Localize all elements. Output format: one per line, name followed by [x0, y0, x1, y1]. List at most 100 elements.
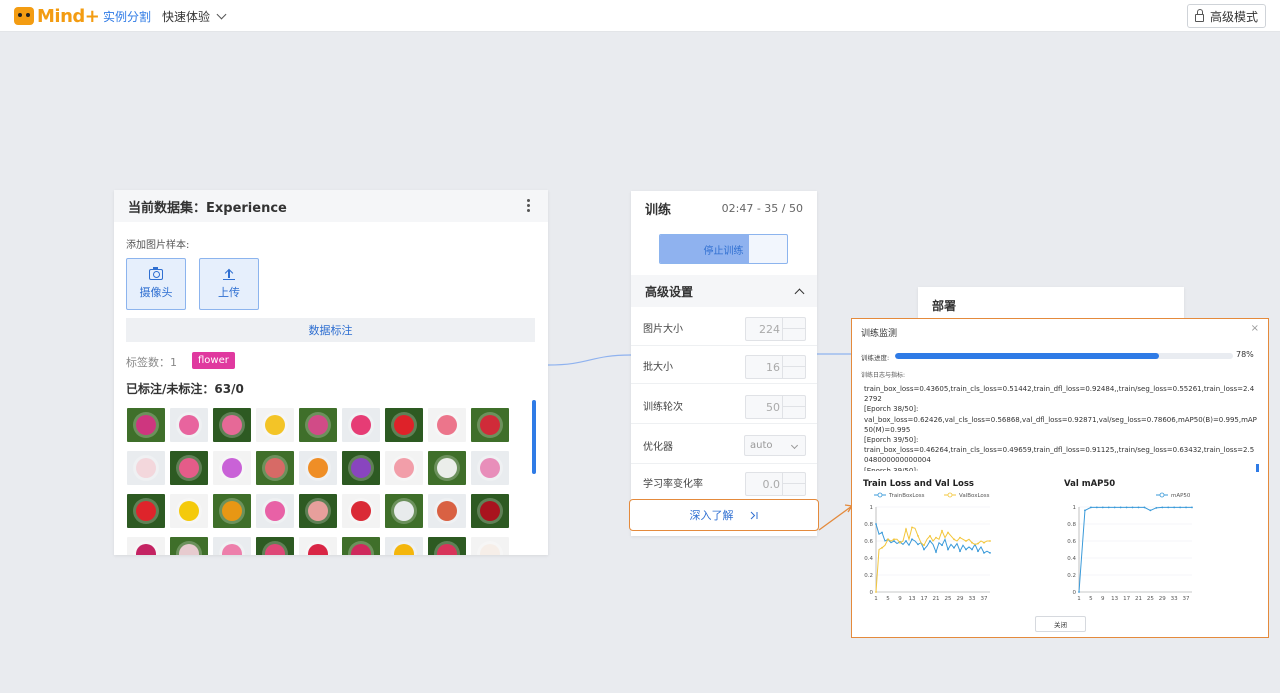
y-tick-label: 0.2 [864, 573, 873, 579]
data-point [911, 538, 913, 541]
image-thumbnail[interactable] [428, 451, 466, 485]
data-point [935, 536, 937, 539]
training-monitor-dialog: 训练监测 × 训练进度: 78% 训练日志与指标: train_box_loss… [851, 318, 1269, 638]
image-thumbnail[interactable] [299, 451, 337, 485]
data-point [1185, 506, 1187, 509]
image-thumbnail[interactable] [428, 494, 466, 528]
image-thumbnail[interactable] [299, 537, 337, 555]
data-point [881, 546, 883, 549]
image-thumbnail[interactable] [299, 494, 337, 528]
callout-arrow [818, 505, 853, 531]
image-grid-scrollbar[interactable] [532, 400, 536, 474]
image-thumbnail[interactable] [127, 451, 165, 485]
advanced-settings-title: 高级设置 [645, 284, 694, 299]
legend-marker [947, 492, 953, 498]
image-thumbnail[interactable] [170, 537, 208, 555]
more-options-icon[interactable] [527, 199, 530, 212]
x-tick-label: 37 [981, 596, 988, 602]
epochs-stepper[interactable]: 50 [745, 395, 806, 419]
data-point [1137, 506, 1140, 509]
data-point [1095, 506, 1098, 509]
x-tick-label: 33 [969, 596, 976, 602]
image-thumbnail[interactable] [213, 494, 251, 528]
data-point [1107, 506, 1110, 509]
annotation-status: 已标注/未标注：63/0 [126, 382, 244, 396]
image-thumbnail[interactable] [385, 408, 423, 442]
image-thumbnail[interactable] [256, 537, 294, 555]
image-thumbnail[interactable] [342, 494, 380, 528]
image-thumbnail[interactable] [213, 537, 251, 555]
image-thumbnail[interactable] [127, 494, 165, 528]
x-tick-label: 13 [1111, 596, 1118, 602]
data-point [1143, 506, 1146, 509]
x-tick-label: 29 [957, 596, 964, 602]
data-point [947, 531, 949, 534]
label-tag-flower[interactable]: flower [192, 352, 235, 369]
image-thumbnail[interactable] [256, 451, 294, 485]
stepper-value: 0.0 [762, 477, 781, 491]
image-thumbnail[interactable] [256, 408, 294, 442]
advanced-settings-header[interactable]: 高级设置 [631, 275, 817, 307]
legend-marker [1159, 492, 1165, 498]
image-thumbnail[interactable] [256, 494, 294, 528]
close-icon[interactable]: × [1251, 323, 1259, 334]
x-tick-label: 25 [945, 596, 952, 602]
log-scrollbar[interactable] [1256, 464, 1259, 472]
image-thumbnail[interactable] [127, 408, 165, 442]
map-chart-title: Val mAP50 [1064, 479, 1116, 489]
batch-size-stepper[interactable]: 16 [745, 355, 806, 379]
image-thumbnail[interactable] [170, 451, 208, 485]
data-point [1155, 506, 1158, 509]
image-thumbnail[interactable] [471, 494, 509, 528]
image-thumbnail[interactable] [213, 451, 251, 485]
camera-button[interactable]: 摄像头 [126, 258, 186, 310]
x-tick-label: 1 [1077, 596, 1081, 602]
image-thumbnail[interactable] [428, 408, 466, 442]
close-button[interactable]: 关闭 [1035, 616, 1086, 632]
data-point [917, 543, 919, 546]
series-line [875, 526, 990, 593]
y-tick-label: 1 [1073, 505, 1077, 511]
stepper-arrows[interactable] [782, 318, 805, 340]
image-thumbnail[interactable] [299, 408, 337, 442]
upload-button[interactable]: 上传 [199, 258, 259, 310]
image-thumbnail[interactable] [342, 408, 380, 442]
optimizer-select[interactable]: auto [744, 435, 806, 456]
image-thumbnail[interactable] [471, 451, 509, 485]
x-tick-label: 25 [1147, 596, 1154, 602]
y-tick-label: 0.2 [1067, 573, 1076, 579]
image-thumbnail[interactable] [127, 537, 165, 555]
x-tick-label: 21 [933, 596, 940, 602]
data-point [947, 548, 949, 551]
stop-training-button[interactable]: 停止训练 [659, 234, 788, 264]
lr-factor-stepper[interactable]: 0.0 [745, 472, 806, 496]
dataset-title: 当前数据集：Experience [114, 190, 548, 222]
image-thumbnail[interactable] [428, 537, 466, 555]
image-thumbnail[interactable] [342, 537, 380, 555]
stepper-arrows[interactable] [782, 356, 805, 378]
image-thumbnail[interactable] [170, 494, 208, 528]
data-point [905, 528, 907, 530]
param-label: 批大小 [643, 362, 673, 373]
image-thumbnail[interactable] [471, 408, 509, 442]
data-point [1089, 506, 1092, 509]
image-thumbnail[interactable] [385, 537, 423, 555]
image-size-stepper[interactable]: 224 [745, 317, 806, 341]
learn-more-button[interactable]: 深入了解 [629, 499, 819, 531]
data-point [887, 538, 889, 541]
data-annotation-button[interactable]: 数据标注 [126, 318, 535, 342]
image-thumbnail[interactable] [385, 451, 423, 485]
data-point [941, 529, 943, 532]
image-thumbnail[interactable] [213, 408, 251, 442]
image-thumbnail[interactable] [471, 537, 509, 555]
param-image-size: 图片大小 224 [631, 308, 817, 346]
series-line [1078, 506, 1192, 593]
y-tick-label: 0.8 [1067, 522, 1076, 528]
image-thumbnail[interactable] [342, 451, 380, 485]
image-thumbnail[interactable] [170, 408, 208, 442]
legend-marker [877, 492, 883, 498]
stepper-arrows[interactable] [782, 473, 805, 495]
stepper-arrows[interactable] [782, 396, 805, 418]
stepper-value: 50 [766, 400, 780, 414]
image-thumbnail[interactable] [385, 494, 423, 528]
